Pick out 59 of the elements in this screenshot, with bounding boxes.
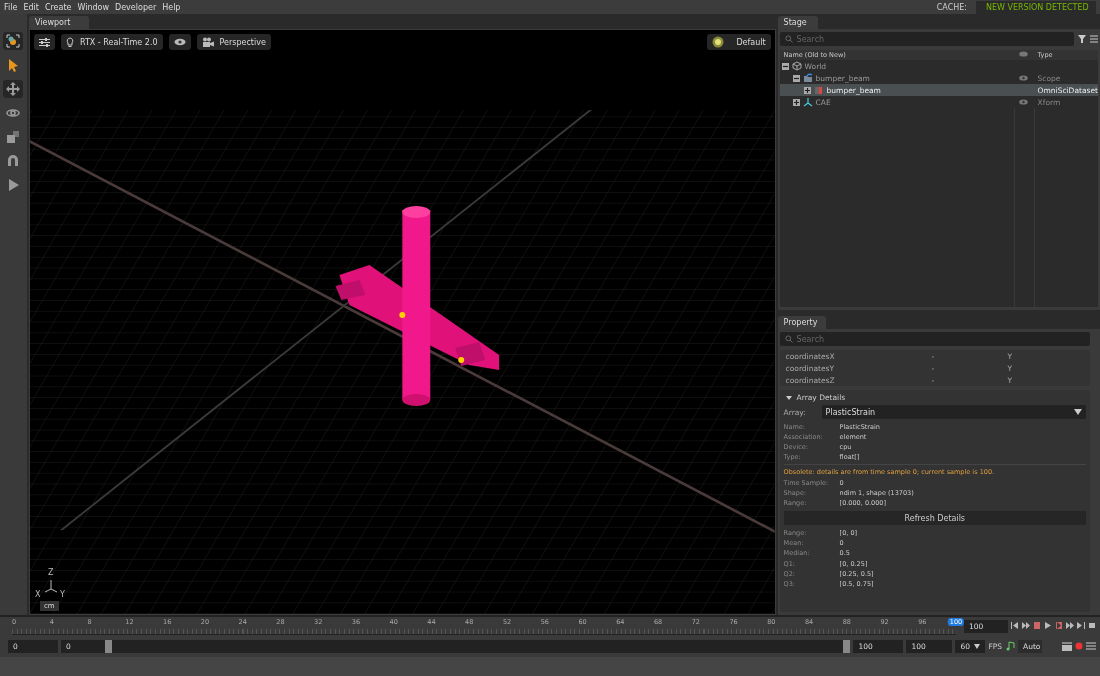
frame-icon[interactable] <box>5 33 22 49</box>
axis-label: Z <box>47 568 54 577</box>
camera-button[interactable]: Perspective <box>196 34 271 50</box>
previous-key-icon[interactable] <box>1022 622 1030 630</box>
refresh-button[interactable]: Refresh Details <box>783 511 1086 525</box>
caret-icon <box>1074 409 1082 415</box>
stage-tab[interactable]: Stage <box>777 16 818 29</box>
axis-label: X <box>34 590 41 599</box>
box-icon <box>813 85 824 95</box>
music-note-icon[interactable] <box>1005 641 1015 651</box>
eye-icon[interactable] <box>1019 75 1029 81</box>
menu-icon[interactable] <box>1090 35 1098 43</box>
record-icon[interactable] <box>1075 642 1083 650</box>
viewport-tab[interactable]: Viewport <box>28 16 89 29</box>
move-icon[interactable] <box>5 81 22 97</box>
expand-icon[interactable] <box>803 86 811 94</box>
clapperboard-icon[interactable] <box>1062 641 1072 651</box>
menu-item[interactable]: Edit <box>23 2 39 12</box>
eye-icon <box>1018 51 1028 57</box>
eye-icon <box>173 38 186 46</box>
menu-item[interactable]: Window <box>77 2 110 12</box>
step-back-icon[interactable] <box>1033 622 1041 630</box>
renderer-button[interactable]: RTX - Real-Time 2.0 <box>60 34 163 50</box>
scale-icon[interactable] <box>5 129 22 145</box>
folder-icon <box>802 73 813 83</box>
lighting-button[interactable]: Default <box>707 34 771 50</box>
search-icon <box>784 35 793 43</box>
menu-item[interactable]: Create <box>44 2 72 12</box>
step-forward-icon[interactable] <box>1055 622 1063 630</box>
array-dropdown[interactable]: PlasticStrain <box>821 405 1086 419</box>
menu-item[interactable]: Help <box>162 2 181 12</box>
caret-icon <box>974 643 981 649</box>
axes-icon <box>802 97 813 107</box>
expand-icon[interactable] <box>792 98 800 106</box>
menu-icon[interactable] <box>1086 642 1096 650</box>
collapse-icon[interactable] <box>781 62 789 70</box>
sun-icon <box>712 36 725 48</box>
first-frame-icon[interactable] <box>1011 622 1019 630</box>
loop-icon[interactable] <box>1088 622 1096 630</box>
next-key-icon[interactable] <box>1066 622 1074 630</box>
eye-icon[interactable] <box>1019 99 1029 105</box>
cube-icon <box>791 61 802 71</box>
axis-label: Y <box>59 590 65 599</box>
play-icon[interactable] <box>1044 622 1052 630</box>
camera-icon <box>201 37 214 47</box>
visibility-button[interactable] <box>168 34 191 50</box>
sliders-icon <box>38 37 50 47</box>
collapse-icon[interactable] <box>792 74 800 82</box>
search-icon <box>784 335 793 343</box>
cache-label: CACHE: <box>936 2 967 12</box>
property-tab[interactable]: Property <box>777 316 826 329</box>
filter-icon[interactable] <box>1078 35 1086 43</box>
last-frame-icon[interactable] <box>1077 622 1085 630</box>
settings-button[interactable] <box>33 34 55 50</box>
menu-item[interactable]: File <box>4 2 18 12</box>
menu-item[interactable]: Developer <box>115 2 157 12</box>
cache-status: NEW VERSION DETECTED <box>976 0 1096 14</box>
triangle-icon <box>785 394 792 401</box>
bulb-icon <box>65 36 74 48</box>
